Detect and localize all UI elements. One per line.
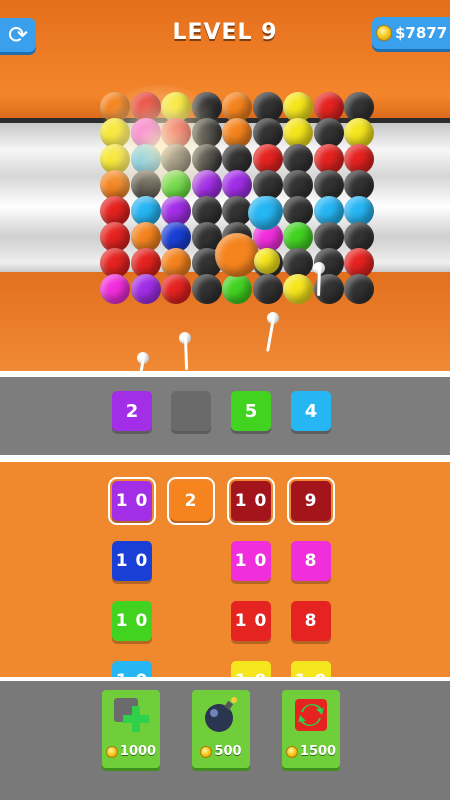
- number-tile[interactable]: 9: [287, 477, 335, 525]
- launched-ball: [248, 196, 282, 230]
- ball: [100, 274, 130, 304]
- number-tile[interactable]: 1 0: [227, 477, 275, 525]
- holder-border-bottom: [0, 455, 450, 462]
- ball: [130, 274, 161, 304]
- holder-slot-empty: [171, 391, 211, 431]
- holder-slot: 4: [291, 391, 331, 431]
- number-tile[interactable]: 2: [167, 477, 215, 525]
- bomb-booster-button[interactable]: 500: [192, 690, 250, 768]
- number-tile: 1 0: [112, 661, 152, 677]
- booster-price: 1500: [282, 744, 340, 759]
- number-tile: 8: [291, 601, 331, 641]
- number-tile[interactable]: 1 0: [108, 477, 156, 525]
- coin-icon: [200, 745, 213, 758]
- shuffle-booster-button[interactable]: 1500: [282, 690, 340, 768]
- launched-ball: [254, 248, 280, 274]
- booster-price-value: 1000: [119, 744, 157, 759]
- number-tile: 1 0: [291, 661, 331, 677]
- ball: [222, 274, 252, 304]
- coin-icon: [105, 745, 118, 758]
- ball: [191, 274, 222, 304]
- launched-ball: [215, 233, 259, 277]
- shuffle-icon: [292, 696, 330, 734]
- booster-price-value: 1500: [299, 744, 337, 759]
- coin-icon: [285, 745, 298, 758]
- booster-price: 500: [192, 744, 250, 759]
- number-tile: 1 0: [112, 601, 152, 641]
- number-tile: 1 0: [231, 541, 271, 581]
- number-tile: 1 0: [231, 661, 271, 677]
- add-slot-booster-button[interactable]: 1000: [102, 690, 160, 768]
- ball: [344, 274, 374, 304]
- ball-pile[interactable]: [0, 0, 450, 304]
- holder-slot: 5: [231, 391, 271, 431]
- ball: [283, 274, 313, 304]
- add-slot-icon: [112, 696, 150, 734]
- holder-slot: 2: [112, 391, 152, 431]
- ball: [252, 274, 283, 304]
- number-tile: 8: [291, 541, 331, 581]
- ball: [161, 274, 191, 304]
- tile-queue: 1 01 01 01 021 01 01 01 09881 0: [0, 462, 450, 677]
- booster-price: 1000: [102, 744, 160, 759]
- holder-strip: [0, 377, 450, 455]
- number-tile: 1 0: [112, 541, 152, 581]
- bomb-icon: [202, 696, 240, 734]
- number-tile: 1 0: [231, 601, 271, 641]
- booster-price-value: 500: [214, 744, 242, 759]
